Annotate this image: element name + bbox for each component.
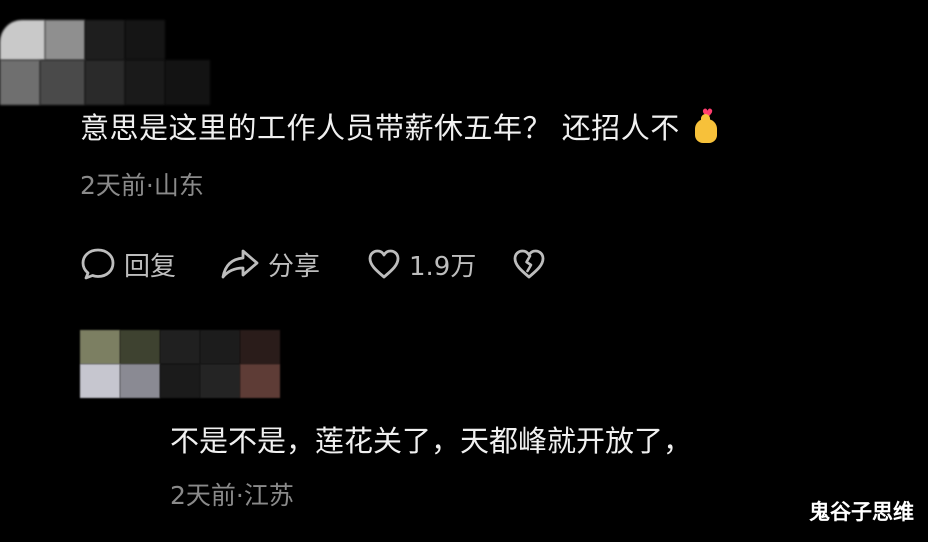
reply-button[interactable]: 回复 (80, 246, 190, 283)
comment-bubble-icon (81, 248, 115, 280)
broken-heart-icon (513, 249, 545, 279)
heart-outline-icon (368, 249, 400, 279)
comment-actions: 回复 分享 1.9万 (80, 244, 546, 284)
comment-text-content: 意思是这里的工作人员带薪休五年？ 还招人不 (80, 111, 680, 145)
like-button[interactable]: 1.9万 (367, 246, 476, 283)
comment-meta: 2天前·江苏 (170, 481, 294, 510)
comment-text: 意思是这里的工作人员带薪休五年？ 还招人不 ♥ (80, 105, 720, 147)
share-label: 分享 (268, 251, 321, 282)
share-button[interactable]: 分享 (220, 246, 332, 283)
comment-meta: 2天前·山东 (80, 171, 204, 200)
dislike-button[interactable] (512, 248, 546, 280)
watermark: 鬼谷子思维 (809, 500, 914, 524)
heart-hand-emoji-icon: ♥ (694, 108, 720, 144)
reply-label: 回复 (124, 251, 177, 282)
like-count: 1.9万 (409, 251, 477, 282)
blurred-avatar-username[interactable] (80, 330, 280, 398)
share-arrow-icon (221, 249, 259, 279)
comment-text: 不是不是，莲花关了，天都峰就开放了， (170, 424, 693, 458)
blurred-avatar-username[interactable] (0, 20, 210, 110)
